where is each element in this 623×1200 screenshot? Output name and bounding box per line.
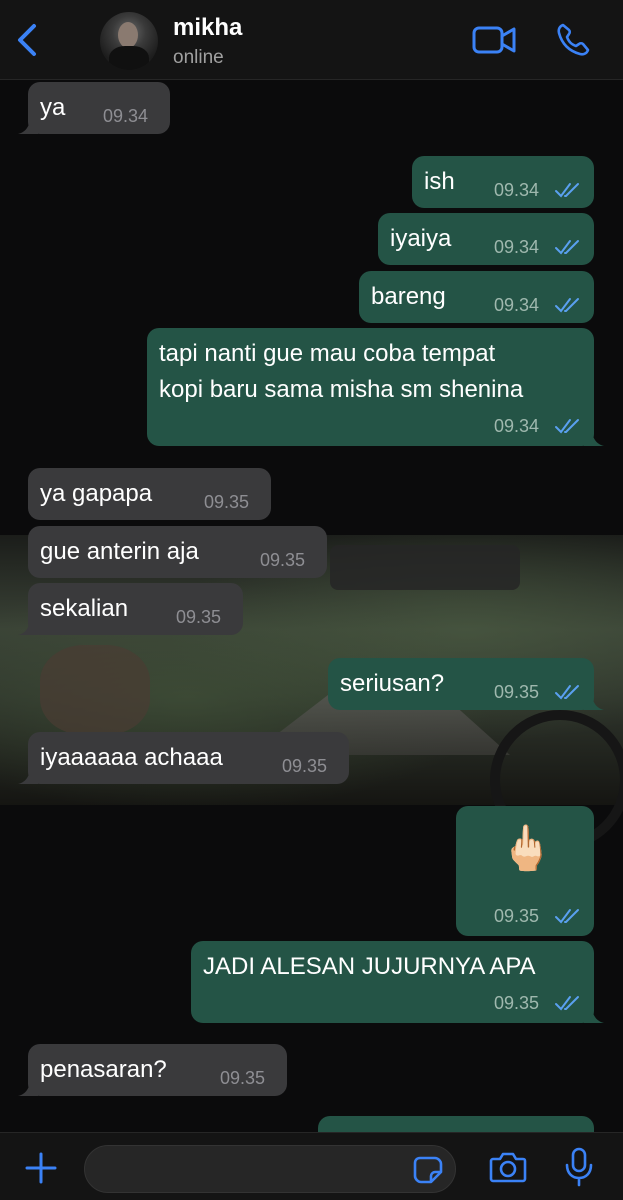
message-text: iyaaaaaa achaaa xyxy=(40,744,223,771)
message-time: 09.34 xyxy=(494,237,540,257)
video-call-icon[interactable] xyxy=(472,22,516,58)
message-bubble-outgoing[interactable]: bareng 09.34 xyxy=(359,271,594,323)
chat-area[interactable]: ya 09.34 ish 09.34 iyaiya 09.34 bareng 0… xyxy=(0,80,623,1132)
message-bubble-incoming[interactable]: penasaran? 09.35 xyxy=(18,1044,287,1096)
message-time: 09.34 xyxy=(494,295,540,315)
message-time: 09.35 xyxy=(494,682,540,702)
avatar[interactable] xyxy=(100,12,158,70)
message-text: gue anterin aja xyxy=(40,538,199,565)
wallpaper-arm xyxy=(40,645,150,735)
message-text: sekalian xyxy=(40,595,129,622)
message-text: tapi nanti gue mau coba tempat kopi baru… xyxy=(159,340,524,403)
bubble-tail xyxy=(18,1078,38,1096)
back-chevron-icon[interactable] xyxy=(10,20,44,60)
message-bubble-outgoing[interactable]: 🖕🏻 09.35 xyxy=(456,806,594,936)
message-bubble-outgoing[interactable]: tapi nanti gue mau coba tempat kopi baru… xyxy=(147,328,604,446)
message-bubble-incoming[interactable]: gue anterin aja 09.35 xyxy=(28,526,327,578)
message-text: seriusan? xyxy=(340,670,445,697)
message-time: 09.34 xyxy=(494,180,540,200)
read-ticks-icon xyxy=(555,183,579,198)
message-text: iyaiya xyxy=(390,225,452,252)
message-time: 09.35 xyxy=(176,607,222,627)
bubble-tail xyxy=(18,116,38,134)
bubble-tail xyxy=(18,617,38,635)
message-text: penasaran? xyxy=(40,1056,167,1083)
plus-icon[interactable] xyxy=(24,1151,58,1185)
message-time: 09.35 xyxy=(282,756,328,776)
bubble-tail xyxy=(584,428,604,446)
message-text: ya xyxy=(40,94,66,121)
message-time: 09.35 xyxy=(220,1068,266,1088)
message-bubble-outgoing-partial[interactable] xyxy=(318,1116,594,1132)
message-bubble-outgoing[interactable]: seriusan? 09.35 xyxy=(328,658,604,710)
message-input[interactable] xyxy=(84,1145,456,1193)
camera-icon[interactable] xyxy=(489,1151,527,1183)
message-text: JADI ALESAN JUJURNYA APA xyxy=(203,953,536,980)
message-time: 09.35 xyxy=(260,550,306,570)
read-ticks-icon xyxy=(555,909,579,924)
message-time: 09.34 xyxy=(103,106,149,126)
wallpaper-mirror xyxy=(330,545,520,590)
read-ticks-icon xyxy=(555,419,579,434)
read-ticks-icon xyxy=(555,298,579,313)
avatar-face xyxy=(118,22,138,48)
message-bubble-outgoing[interactable]: JADI ALESAN JUJURNYA APA 09.35 xyxy=(191,941,604,1023)
message-bubble-incoming[interactable]: iyaaaaaa achaaa 09.35 xyxy=(18,732,349,784)
middle-finger-emoji: 🖕🏻 xyxy=(499,824,554,873)
sticker-icon[interactable] xyxy=(413,1156,443,1184)
read-ticks-icon xyxy=(555,685,579,700)
message-time: 09.34 xyxy=(494,416,540,436)
bubble-tail xyxy=(584,692,604,710)
message-text: bareng xyxy=(371,283,446,310)
bubble-tail xyxy=(18,766,38,784)
message-bubble-incoming[interactable]: ya gapapa 09.35 xyxy=(28,468,271,520)
avatar-body xyxy=(109,46,149,70)
message-time: 09.35 xyxy=(494,993,540,1013)
message-bubble-incoming[interactable]: sekalian 09.35 xyxy=(18,583,243,635)
message-time: 09.35 xyxy=(204,492,250,512)
contact-name[interactable]: mikha xyxy=(173,14,242,42)
message-bubble-outgoing[interactable]: iyaiya 09.34 xyxy=(378,213,594,265)
contact-status: online xyxy=(173,47,224,68)
message-text: ya gapapa xyxy=(40,480,153,507)
message-bubble-outgoing[interactable]: ish 09.34 xyxy=(412,156,594,208)
message-time: 09.35 xyxy=(494,906,540,926)
message-text: ish xyxy=(424,168,455,195)
bubble-tail xyxy=(584,1005,604,1023)
phone-call-icon[interactable] xyxy=(555,22,591,58)
chat-header: mikha online xyxy=(0,0,623,80)
message-bubble-incoming[interactable]: ya 09.34 xyxy=(18,82,170,134)
microphone-icon[interactable] xyxy=(564,1147,594,1187)
composer-bar xyxy=(0,1132,623,1200)
read-ticks-icon xyxy=(555,996,579,1011)
read-ticks-icon xyxy=(555,240,579,255)
